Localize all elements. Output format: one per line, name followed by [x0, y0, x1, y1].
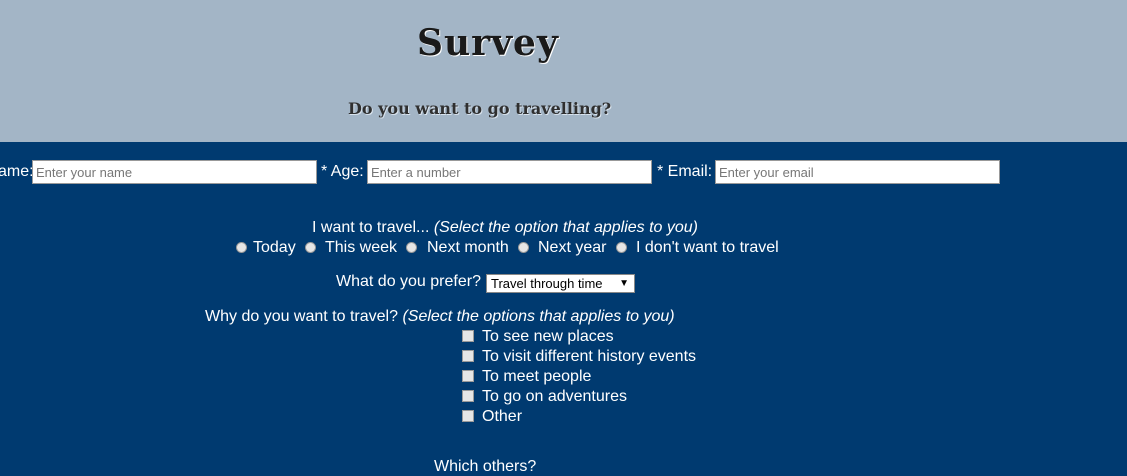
checkbox-history-events[interactable]	[462, 350, 474, 362]
radio-next-month-label: Next month	[427, 239, 509, 256]
reasons-question: Why do you want to travel? (Select the o…	[205, 308, 675, 326]
checkbox-other[interactable]	[462, 410, 474, 422]
checkbox-new-places[interactable]	[462, 330, 474, 342]
header-banner: Survey Do you want to go travelling?	[0, 0, 1127, 142]
radio-next-year[interactable]	[518, 242, 529, 253]
others-label: Which others?	[434, 458, 537, 475]
name-field[interactable]	[32, 160, 317, 184]
radio-this-week[interactable]	[305, 242, 316, 253]
travel-when-label: I want to travel...	[312, 219, 430, 236]
travel-when-question: I want to travel... (Select the option t…	[312, 219, 698, 237]
radio-next-month[interactable]	[406, 242, 417, 253]
checkbox-meet-people[interactable]	[462, 370, 474, 382]
dropdown-arrow-icon: ▼	[619, 278, 629, 289]
page-title: Survey	[417, 22, 559, 64]
travel-when-hint: (Select the option that applies to you)	[433, 219, 699, 236]
checkbox-history-events-label: To visit different history events	[482, 348, 697, 365]
radio-today-label: Today	[253, 239, 296, 256]
preference-selected-value: Travel through time	[491, 276, 603, 291]
checkbox-adventures-label: To go on adventures	[482, 388, 627, 405]
preference-label: What do you prefer?	[336, 273, 481, 290]
page-subtitle: Do you want to go travelling?	[348, 99, 612, 118]
radio-no-travel[interactable]	[616, 242, 627, 253]
checkbox-meet-people-label: To meet people	[482, 368, 592, 385]
age-field[interactable]	[367, 160, 652, 184]
name-label: ame:	[0, 163, 34, 180]
checkbox-new-places-label: To see new places	[482, 328, 614, 345]
checkbox-other-label: Other	[482, 408, 523, 425]
email-label: * Email:	[657, 163, 713, 180]
preference-select[interactable]: Travel through time ▼	[486, 274, 635, 293]
radio-this-week-label: This week	[325, 239, 398, 256]
email-field[interactable]	[715, 160, 1000, 184]
radio-no-travel-label: I don't want to travel	[636, 239, 779, 256]
checkbox-adventures[interactable]	[462, 390, 474, 402]
age-label: * Age:	[321, 163, 364, 180]
radio-today[interactable]	[236, 242, 247, 253]
radio-next-year-label: Next year	[538, 239, 607, 256]
reasons-hint: (Select the options that applies to you)	[402, 308, 675, 325]
reasons-label: Why do you want to travel?	[205, 308, 398, 325]
